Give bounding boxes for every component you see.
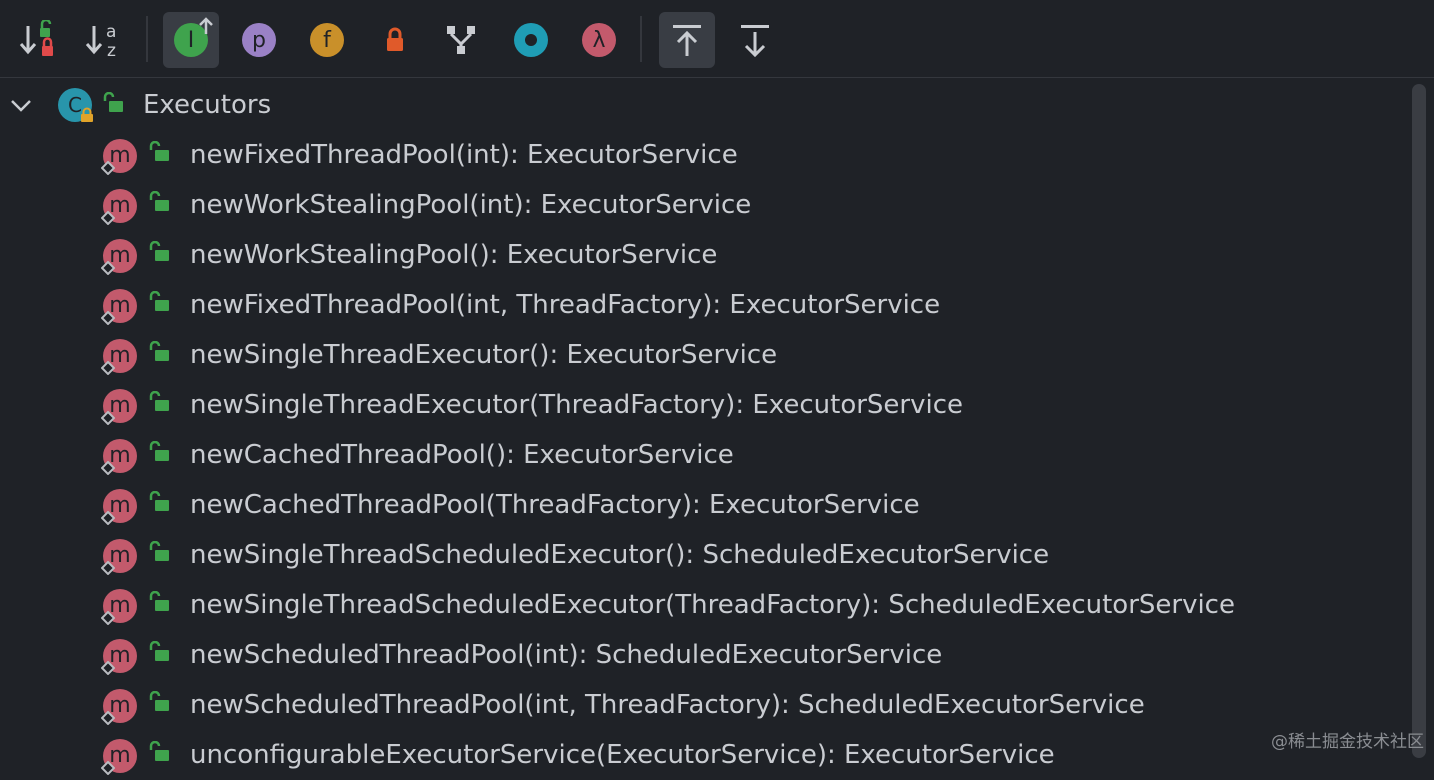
show-lambdas-button[interactable]: λ	[571, 12, 627, 68]
method-signature: newScheduledThreadPool(int): ScheduledEx…	[190, 640, 943, 670]
static-diamond-icon	[101, 261, 115, 275]
method-signature: newSingleThreadExecutor(): ExecutorServi…	[190, 340, 778, 370]
lock-icon	[387, 27, 403, 51]
object-icon	[514, 23, 548, 57]
static-diamond-icon	[101, 561, 115, 575]
static-diamond-icon	[101, 161, 115, 175]
sort-by-visibility-button[interactable]	[10, 12, 66, 68]
sort-alpha-z-glyph: z	[107, 41, 116, 60]
watermark: @稀土掘金技术社区	[1271, 732, 1424, 752]
static-diamond-icon	[101, 361, 115, 375]
navigate-down-icon	[741, 25, 769, 58]
method-signature: newWorkStealingPool(): ExecutorService	[190, 240, 718, 270]
inherited-letter: I	[187, 27, 195, 53]
method-row[interactable]: m newWorkStealingPool(int): ExecutorServi…	[0, 180, 1400, 230]
sort-alphabetically-icon: a z	[85, 22, 116, 60]
object-icon-dot	[525, 34, 537, 46]
lambda-icon: λ	[582, 23, 616, 57]
static-diamond-icon	[101, 711, 115, 725]
property-icon: p	[242, 23, 276, 57]
public-lock-icon	[149, 391, 169, 411]
show-object-methods-button[interactable]	[503, 12, 559, 68]
method-row[interactable]: m newWorkStealingPool(): ExecutorService	[0, 230, 1400, 280]
toolbar-separator	[146, 16, 148, 62]
method-signature: newSingleThreadExecutor(ThreadFactory): …	[190, 390, 964, 420]
method-signature: newSingleThreadScheduledExecutor(): Sche…	[190, 540, 1050, 570]
vertical-scrollbar[interactable]	[1412, 84, 1426, 758]
public-lock-icon	[149, 591, 169, 611]
static-diamond-icon	[101, 661, 115, 675]
method-signature: newScheduledThreadPool(int, ThreadFactor…	[190, 690, 1145, 720]
static-diamond-icon	[101, 211, 115, 225]
static-diamond-icon	[101, 411, 115, 425]
public-lock-icon	[149, 691, 169, 711]
show-inherited-button[interactable]: I	[163, 12, 219, 68]
static-diamond-icon	[101, 611, 115, 625]
public-lock-icon	[149, 741, 169, 761]
method-row[interactable]: m newScheduledThreadPool(int, ThreadFacto…	[0, 680, 1400, 730]
field-icon: f	[310, 23, 344, 57]
show-fields-button[interactable]: f	[299, 12, 355, 68]
sort-alphabetically-button[interactable]: a z	[76, 12, 132, 68]
method-row[interactable]: m newCachedThreadPool(): ExecutorService	[0, 430, 1400, 480]
public-lock-icon	[149, 191, 169, 211]
navigate-up-icon	[673, 25, 701, 56]
sort-alpha-a-glyph: a	[106, 22, 116, 42]
public-lock-icon	[149, 441, 169, 461]
show-properties-button[interactable]: p	[231, 12, 287, 68]
public-lock-icon	[149, 241, 169, 261]
static-diamond-icon	[101, 461, 115, 475]
method-row[interactable]: m newCachedThreadPool(ThreadFactory): Exe…	[0, 480, 1400, 530]
method-signature: newWorkStealingPool(int): ExecutorServic…	[190, 190, 752, 220]
method-signature: newFixedThreadPool(int, ThreadFactory): …	[190, 290, 941, 320]
expand-all-button[interactable]	[659, 12, 715, 68]
method-row[interactable]: m newSingleThreadScheduledExecutor(Thread…	[0, 580, 1400, 630]
method-signature: newFixedThreadPool(int): ExecutorService	[190, 140, 738, 170]
public-lock-icon	[149, 491, 169, 511]
anonymous-classes-icon	[447, 26, 475, 54]
inherited-icon: I	[174, 17, 213, 57]
structure-toolbar: a z I p f λ	[0, 0, 1434, 78]
public-lock-icon	[149, 141, 169, 161]
lambda-letter: λ	[592, 27, 606, 53]
public-lock-icon	[149, 291, 169, 311]
property-letter: p	[252, 27, 266, 53]
method-row[interactable]: m newSingleThreadScheduledExecutor(): Sch…	[0, 530, 1400, 580]
method-row[interactable]: m newScheduledThreadPool(int): ScheduledE…	[0, 630, 1400, 680]
method-signature: newCachedThreadPool(ThreadFactory): Exec…	[190, 490, 920, 520]
show-anonymous-button[interactable]	[433, 12, 489, 68]
method-row[interactable]: m newFixedThreadPool(int, ThreadFactory):…	[0, 280, 1400, 330]
public-lock-icon	[149, 341, 169, 361]
inherited-arrow-icon	[199, 17, 213, 34]
method-row[interactable]: m unconfigurableExecutorService(ExecutorS…	[0, 730, 1400, 780]
public-lock-icon	[103, 92, 123, 112]
final-lock-icon	[81, 107, 93, 122]
public-lock-icon	[149, 541, 169, 561]
toolbar-separator	[640, 16, 642, 62]
static-diamond-icon	[101, 511, 115, 525]
chevron-down-icon[interactable]	[8, 93, 34, 119]
static-diamond-icon	[101, 311, 115, 325]
sort-by-visibility-icon	[19, 20, 53, 56]
public-lock-icon	[149, 641, 169, 661]
field-letter: f	[323, 27, 331, 53]
root-label: Executors	[143, 90, 272, 120]
method-row[interactable]: m newSingleThreadExecutor(): ExecutorServ…	[0, 330, 1400, 380]
show-non-public-button[interactable]	[367, 12, 423, 68]
method-row[interactable]: m newFixedThreadPool(int): ExecutorServic…	[0, 130, 1400, 180]
method-signature: unconfigurableExecutorService(ExecutorSe…	[190, 740, 1055, 770]
method-signature: newSingleThreadScheduledExecutor(ThreadF…	[190, 590, 1235, 620]
static-diamond-icon	[101, 761, 115, 775]
collapse-all-button[interactable]	[727, 12, 783, 68]
method-signature: newCachedThreadPool(): ExecutorService	[190, 440, 734, 470]
method-row[interactable]: m newSingleThreadExecutor(ThreadFactory):…	[0, 380, 1400, 430]
tree-root-row[interactable]: C Executors	[0, 80, 1400, 130]
